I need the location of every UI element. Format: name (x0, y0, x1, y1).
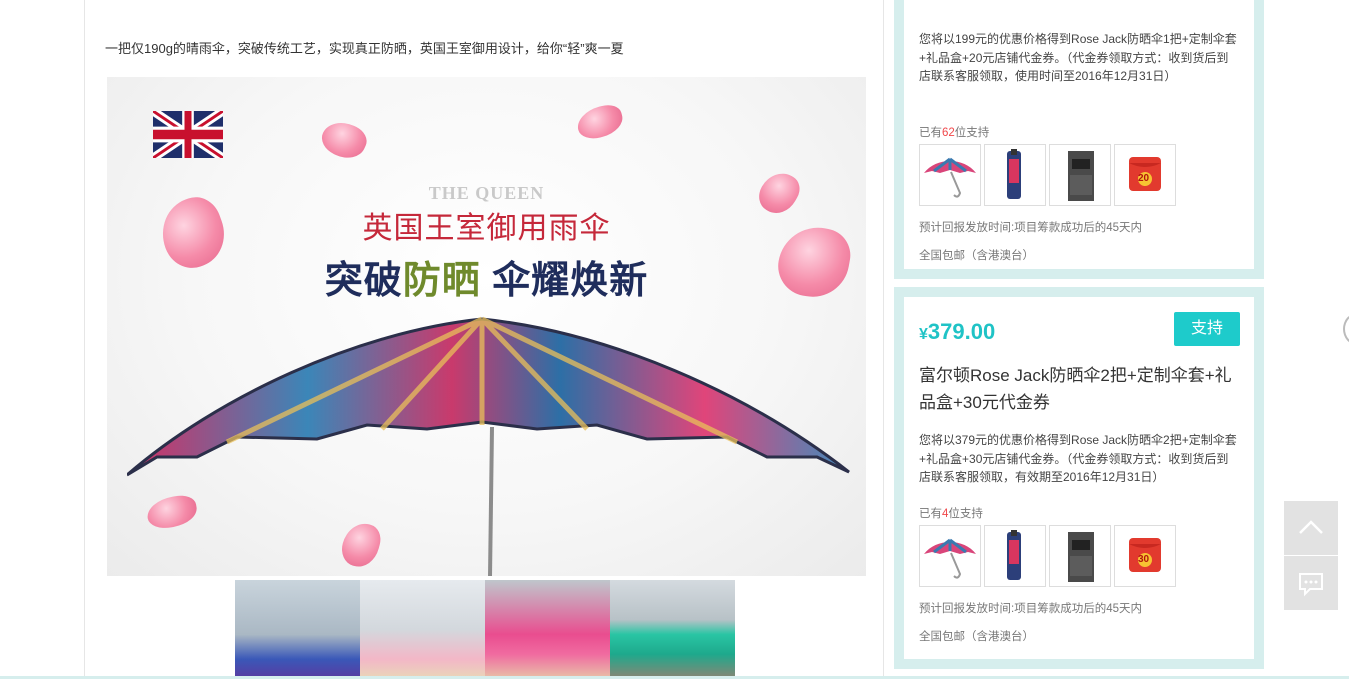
petal-decoration (573, 101, 627, 143)
reward-card: ¥379.00 支持 富尔顿Rose Jack防晒伞2把+定制伞套+礼品盒+30… (894, 287, 1264, 669)
reward-thumbnails: 20 (919, 144, 1239, 206)
union-jack-flag-icon (153, 111, 223, 158)
chat-bubble-icon (1299, 573, 1323, 597)
intro-text: 一把仅190g的晴雨伞，突破传统工艺，实现真正防晒，英国王室御用设计，给你“轻”… (105, 41, 624, 56)
gallery-photo (610, 580, 735, 679)
side-widget-handle[interactable] (1343, 313, 1349, 345)
hero-slogan: 突破防晒 伞耀焕新 (107, 249, 866, 304)
page: 一把仅190g的晴雨伞，突破传统工艺，实现真正防晒，英国王室御用设计，给你“轻”… (0, 0, 1349, 679)
backers-suffix: 位支持 (954, 127, 990, 139)
price-value: 379.00 (927, 319, 996, 344)
hero-banner-image: THE QUEEN 英国王室御用雨伞 突破防晒 伞耀焕新 (107, 77, 866, 576)
chevron-up-icon (1299, 520, 1323, 534)
backers-prefix: 已有 (919, 127, 942, 139)
reward-card: 您将以199元的优惠价格得到Rose Jack防晒伞1把+定制伞套+礼品盒+20… (894, 0, 1264, 279)
umbrella-sleeve-thumbnail[interactable] (984, 525, 1046, 587)
currency-symbol: ¥ (919, 326, 928, 343)
support-button[interactable]: 支持 (1174, 312, 1240, 346)
petal-decoration (316, 115, 372, 165)
backers-count: 已有62位支持 (919, 124, 1239, 140)
slogan-text: 伞耀焕新 (480, 260, 649, 302)
photo-strip (235, 580, 735, 679)
slogan-text: 突破 (324, 260, 403, 302)
back-to-top-button[interactable] (1284, 501, 1338, 555)
umbrella-illustration (127, 316, 850, 576)
hero-brand-line: THE QUEEN (428, 183, 545, 203)
delivery-time: 预计回报发放时间:项目筹款成功后的45天内 (919, 603, 1142, 615)
voucher-thumbnail[interactable]: 20 (1114, 144, 1176, 206)
project-detail-column: 一把仅190g的晴雨伞，突破传统工艺，实现真正防晒，英国王室御用设计，给你“轻”… (84, 0, 884, 679)
umbrella-sleeve-thumbnail[interactable] (984, 144, 1046, 206)
gallery-photo (485, 580, 610, 679)
umbrella-thumbnail[interactable] (919, 144, 981, 206)
reward-description: 您将以379元的优惠价格得到Rose Jack防晒伞2把+定制伞套+礼品盒+30… (919, 433, 1237, 484)
hero-headline: 英国王室御用雨伞 (362, 212, 611, 245)
shipping-info: 全国包邮（含港澳台） (919, 250, 1034, 262)
voucher-value: 20 (1138, 173, 1150, 184)
backers-prefix: 已有 (919, 508, 942, 520)
umbrella-thumbnail[interactable] (919, 525, 981, 587)
voucher-value: 30 (1138, 554, 1150, 565)
chat-button[interactable] (1284, 556, 1338, 610)
gallery-photo (235, 580, 360, 679)
slogan-text-highlight: 防晒 (402, 260, 481, 302)
backers-number: 62 (942, 127, 955, 139)
backers-count: 已有4位支持 (919, 505, 1239, 521)
gallery-photo (360, 580, 485, 679)
shipping-info: 全国包邮（含港澳台） (919, 631, 1034, 643)
delivery-time: 预计回报发放时间:项目筹款成功后的45天内 (919, 222, 1142, 234)
voucher-thumbnail[interactable]: 30 (1114, 525, 1176, 587)
gift-box-thumbnail[interactable] (1049, 144, 1111, 206)
reward-description: 您将以199元的优惠价格得到Rose Jack防晒伞1把+定制伞套+礼品盒+20… (919, 32, 1237, 83)
gift-box-thumbnail[interactable] (1049, 525, 1111, 587)
reward-title: 富尔顿Rose Jack防晒伞2把+定制伞套+礼品盒+30元代金券 (919, 366, 1232, 412)
reward-thumbnails: 30 (919, 525, 1239, 587)
backers-suffix: 位支持 (948, 508, 983, 520)
